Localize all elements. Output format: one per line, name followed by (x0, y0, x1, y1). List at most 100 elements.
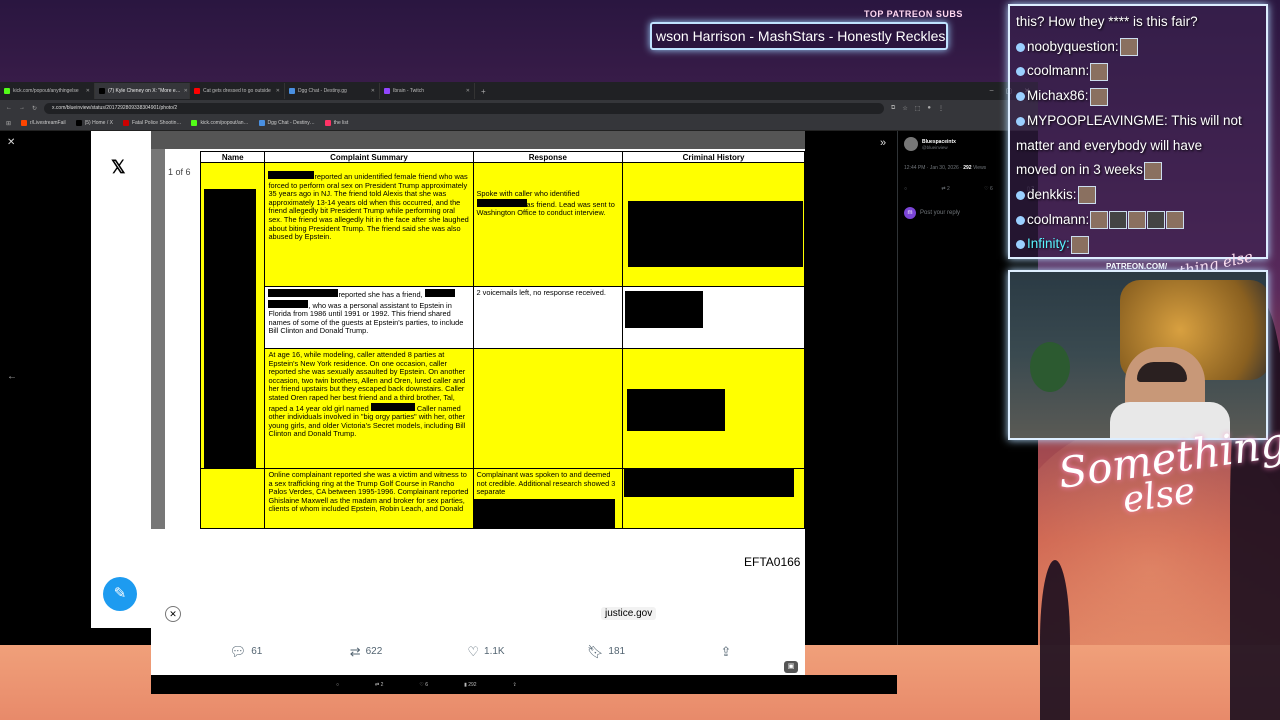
share-button[interactable]: ⇪ (666, 644, 786, 660)
collapse-sidebar-icon[interactable]: » (880, 137, 886, 149)
bookmark-favicon-icon (21, 120, 28, 126)
chat-username[interactable]: Infinity: (1027, 236, 1070, 251)
bookmark-item[interactable]: Fatal Police Shootin… (122, 120, 181, 126)
views-label: Views (972, 165, 987, 171)
response-text: 2 voicemails left, no response received. (476, 288, 606, 297)
repost-icon[interactable]: ⇄ 2 (375, 682, 383, 688)
chat-username[interactable]: coolmann: (1027, 212, 1089, 227)
column-header: Criminal History (622, 151, 805, 163)
forward-icon[interactable]: → (19, 105, 25, 111)
reply-count: 61 (251, 646, 263, 657)
chat-username[interactable]: noobyquestion: (1027, 39, 1119, 54)
tweet-author[interactable]: Bluespaceintx @blueinview (904, 137, 956, 151)
apps-icon[interactable]: ⊞ (6, 120, 11, 127)
bookmark-item[interactable]: r/LivestreamFail (21, 120, 66, 126)
tab-bar: kick.com/popout/anythingelse ✕ (7) Kyle Ch… (0, 82, 1038, 100)
reply-input[interactable]: Post your reply (920, 210, 960, 216)
chat-message: Michax86: (1016, 84, 1260, 109)
palm-silhouette (1040, 560, 1070, 720)
tab-favicon-icon (194, 88, 200, 94)
reload-icon[interactable]: ↻ (32, 105, 37, 112)
summary-cell: reported an unidentified female friend w… (264, 162, 474, 287)
bookmark-label: kick.com/popout/an… (200, 120, 249, 126)
source-link[interactable]: justice.gov (601, 607, 657, 620)
star-icon[interactable]: ☆ (902, 105, 907, 112)
reply-icon[interactable]: ○ (336, 682, 339, 688)
back-icon[interactable]: ← (6, 105, 12, 111)
response-text: Complainant was spoken to and deemed not… (476, 470, 616, 497)
previous-photo-icon[interactable]: ← (7, 371, 17, 382)
close-tab-icon[interactable]: ✕ (371, 88, 375, 94)
avatar[interactable] (904, 137, 918, 151)
redaction-bar (624, 469, 795, 497)
browser-tab[interactable]: Dgg Chat - Destiny.gg ✕ (285, 83, 380, 99)
stream-chat: this? How they **** is this fair? noobyqu… (1008, 4, 1268, 259)
bookmark-favicon-icon (258, 120, 265, 126)
close-tab-icon[interactable]: ✕ (466, 88, 470, 94)
browser-window: kick.com/popout/anythingelse ✕ (7) Kyle Ch… (0, 82, 1038, 694)
like-button[interactable]: ♡ 1.1K (426, 644, 546, 660)
x-logo-icon[interactable]: 𝕏 (111, 157, 126, 178)
table-row: reported she has a friend, , who was a p… (201, 286, 805, 349)
browser-tab[interactable]: (7) Kyle Cheney on X: "More e… ✕ (95, 83, 190, 99)
complaint-table: Name Complaint Summary Response Criminal… (199, 151, 805, 529)
summary-text: reported she has a friend, (338, 290, 423, 299)
browser-tab[interactable]: Ibrain - Twitch ✕ (380, 83, 475, 99)
chat-username[interactable]: denkkis: (1027, 187, 1077, 202)
repost-icon[interactable]: ⇄ 2 (941, 186, 949, 192)
alt-text-icon[interactable]: ▣ (784, 661, 798, 673)
bookmark-count: 181 (608, 646, 626, 657)
criminal-history-cell (622, 162, 805, 287)
heart-icon[interactable]: ♡ 6 (419, 682, 428, 688)
views-icon[interactable]: ▮ 292 (464, 682, 476, 688)
bookmark-label: r/LivestreamFail (30, 120, 66, 126)
column-header: Complaint Summary (264, 151, 474, 163)
chat-username[interactable]: MYPOOPLEAVINGME: (1027, 113, 1168, 128)
share-icon[interactable]: ⇪ (513, 682, 517, 688)
reply-button[interactable]: 💬︎ 61 (186, 644, 306, 660)
table-row: Online complainant reported she was a vi… (199, 468, 805, 529)
new-tab-button[interactable]: + (475, 87, 492, 96)
bookmark-item[interactable]: kick.com/popout/an… (191, 120, 249, 126)
repost-button[interactable]: ⇄ 622 (306, 644, 426, 660)
profile-icon[interactable]: ● (927, 105, 931, 111)
tab-label: kick.com/popout/anythingelse (13, 88, 79, 94)
bookmarks-bar: ⊞ r/LivestreamFail (5) Home / X Fatal Poli… (0, 116, 1038, 131)
bookmark-button[interactable]: 🔖︎ 181 (546, 644, 666, 660)
close-media-icon[interactable]: ✕ (7, 137, 15, 148)
chat-emote-icon (1143, 161, 1162, 180)
subscriber-badge-icon (1016, 42, 1025, 52)
chat-username[interactable]: Michax86: (1027, 88, 1089, 103)
browser-tab[interactable]: Cat gets dressed to go outside ✕ (190, 83, 285, 99)
webcam-feed (1008, 270, 1268, 440)
install-icon[interactable]: ⧉ (891, 105, 895, 112)
menu-icon[interactable]: ⋮ (938, 105, 944, 112)
heart-icon[interactable]: ♡ 6 (984, 186, 993, 192)
minimize-button[interactable]: – (990, 87, 994, 95)
chat-emote-icon (1077, 186, 1096, 205)
bookmark-item[interactable]: (5) Home / X (75, 120, 113, 126)
extensions-icon[interactable]: ⬚ (915, 105, 921, 112)
bookmark-item[interactable]: Dgg Chat - Destiny… (258, 120, 315, 126)
bookmark-item[interactable]: the list (324, 120, 348, 126)
browser-tab[interactable]: kick.com/popout/anythingelse ✕ (0, 83, 95, 99)
close-tab-icon[interactable]: ✕ (86, 88, 90, 94)
redacted-name-cell (199, 162, 266, 514)
page-viewport: ✕ ← » 𝕏 ✎ 1 of 6 Name Complaint Summary … (0, 131, 1038, 694)
reply-composer[interactable]: m Post your reply (904, 207, 960, 219)
compose-post-button[interactable]: ✎ (103, 577, 137, 611)
url-field[interactable]: x.com/blueinview/status/2017292809338304… (44, 102, 885, 114)
close-tab-icon[interactable]: ✕ (184, 88, 188, 94)
close-photo-button[interactable]: ✕ (165, 606, 181, 622)
x-sidebar: 𝕏 ✎ (91, 131, 151, 628)
chat-username[interactable]: coolmann: (1027, 63, 1089, 78)
close-tab-icon[interactable]: ✕ (276, 88, 280, 94)
view-count: 292 (963, 165, 972, 171)
bookmark-favicon-icon (191, 120, 198, 126)
reply-icon[interactable]: ○ (904, 186, 907, 192)
bookmark-favicon-icon (122, 120, 129, 126)
photo-viewer: 1 of 6 Name Complaint Summary Response C… (151, 131, 805, 628)
reply-icon: 💬︎ (229, 643, 247, 659)
subscriber-badge-icon (1016, 116, 1025, 126)
tab-label: Ibrain - Twitch (393, 88, 425, 94)
